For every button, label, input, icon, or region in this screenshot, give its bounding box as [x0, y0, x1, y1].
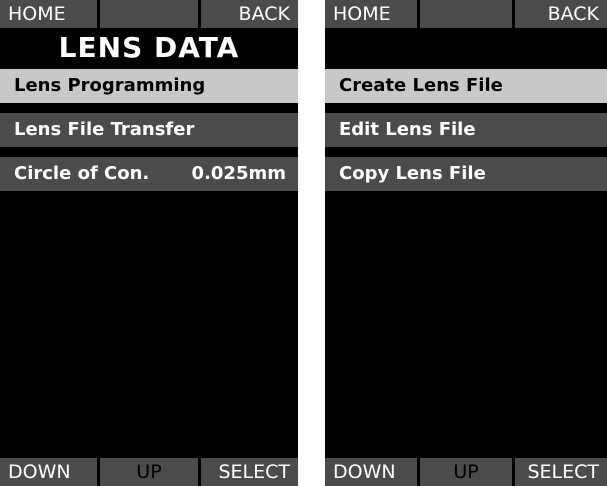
back-button[interactable]: BACK [515, 0, 607, 28]
down-button[interactable]: DOWN [0, 458, 98, 486]
home-button[interactable]: HOME [0, 0, 98, 28]
back-button[interactable]: BACK [200, 0, 298, 28]
blank-softkey[interactable] [420, 0, 512, 28]
lens-data-menu: Lens Programming Lens File Transfer Circ… [0, 69, 298, 201]
lens-programming-menu: Create Lens File Edit Lens File Copy Len… [325, 69, 607, 201]
lens-data-screen: HOME BACK LENS DATA Lens Programming Len… [0, 0, 298, 486]
menu-item-label: Edit Lens File [339, 119, 476, 140]
menu-item-label: Copy Lens File [339, 163, 486, 184]
menu-item-lens-programming[interactable]: Lens Programming [0, 69, 298, 103]
select-button[interactable]: SELECT [200, 458, 298, 486]
menu-item-create-lens-file[interactable]: Create Lens File [325, 69, 607, 103]
menu-item-label: Circle of Con. [14, 163, 150, 184]
menu-item-lens-file-transfer[interactable]: Lens File Transfer [0, 113, 298, 147]
circle-of-confusion-value: 0.025mm [191, 163, 286, 184]
select-button[interactable]: SELECT [515, 458, 607, 486]
top-softkey-bar: HOME BACK [325, 0, 607, 28]
menu-item-label: Lens File Transfer [14, 119, 195, 140]
lens-programming-screen: HOME BACK Create Lens File Edit Lens Fil… [325, 0, 607, 486]
up-button[interactable]: UP [420, 458, 512, 486]
menu-item-label: Lens Programming [14, 75, 206, 96]
menu-item-copy-lens-file[interactable]: Copy Lens File [325, 157, 607, 191]
blank-softkey[interactable] [100, 0, 198, 28]
menu-item-circle-of-confusion[interactable]: Circle of Con. 0.025mm [0, 157, 298, 191]
down-button[interactable]: DOWN [325, 458, 417, 486]
menu-item-edit-lens-file[interactable]: Edit Lens File [325, 113, 607, 147]
bottom-softkey-bar: DOWN UP SELECT [325, 458, 607, 486]
home-button[interactable]: HOME [325, 0, 417, 28]
up-button[interactable]: UP [100, 458, 198, 486]
top-softkey-bar: HOME BACK [0, 0, 298, 28]
bottom-softkey-bar: DOWN UP SELECT [0, 458, 298, 486]
menu-item-label: Create Lens File [339, 75, 503, 96]
page-title: LENS DATA [58, 31, 240, 64]
page-title [325, 31, 607, 65]
